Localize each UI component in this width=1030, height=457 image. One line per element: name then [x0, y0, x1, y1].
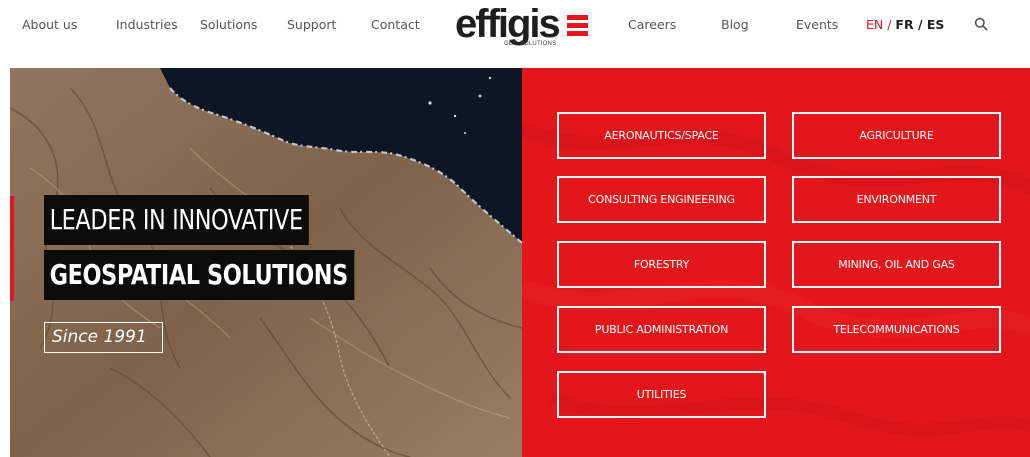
accent-bar: [10, 196, 14, 301]
logo-bars-icon: [567, 15, 588, 36]
hero-headline-line1: LEADER IN INNOVATIVE: [44, 195, 310, 245]
language-es[interactable]: ES: [927, 17, 945, 32]
effigis-logo[interactable]: effigis GEO SOLUTIONS: [455, 2, 595, 48]
language-separator: /: [883, 17, 896, 32]
industry-button-consulting-engineering[interactable]: CONSULTING ENGINEERING: [557, 176, 766, 223]
nav-link-industries[interactable]: Industries: [116, 17, 178, 32]
nav-link-careers[interactable]: Careers: [628, 17, 676, 32]
logo-wordmark: effigis: [455, 2, 561, 46]
nav-link-solutions[interactable]: Solutions: [200, 17, 257, 32]
industry-button-agriculture[interactable]: AGRICULTURE: [792, 112, 1001, 159]
top-navigation: About us Industries Solutions Support Co…: [0, 0, 1030, 56]
industry-button-telecommunications[interactable]: TELECOMMUNICATIONS: [792, 306, 1001, 353]
language-switcher: EN / FR / ES: [866, 17, 944, 32]
search-icon[interactable]: [974, 17, 988, 31]
industry-button-public-administration[interactable]: PUBLIC ADMINISTRATION: [557, 306, 766, 353]
nav-link-contact[interactable]: Contact: [371, 17, 420, 32]
nav-link-blog[interactable]: Blog: [721, 17, 749, 32]
nav-link-events[interactable]: Events: [796, 17, 838, 32]
industry-button-aeronautics-space[interactable]: AERONAUTICS/SPACE: [557, 112, 766, 159]
language-fr[interactable]: FR: [895, 17, 913, 32]
nav-link-support[interactable]: Support: [287, 17, 336, 32]
industry-button-utilities[interactable]: UTILITIES: [557, 371, 766, 418]
industry-button-environment[interactable]: ENVIRONMENT: [792, 176, 1001, 223]
since-badge: Since 1991: [44, 322, 163, 353]
hero-headline-line2: GEOSPATIAL SOLUTIONS: [44, 250, 355, 300]
industry-button-forestry[interactable]: FORESTRY: [557, 241, 766, 288]
language-separator: /: [913, 17, 927, 32]
nav-link-about-us[interactable]: About us: [22, 17, 77, 32]
logo-tagline: GEO SOLUTIONS: [504, 41, 557, 47]
industry-button-mining-oil-gas[interactable]: MINING, OIL AND GAS: [792, 241, 1001, 288]
language-en[interactable]: EN: [866, 17, 883, 32]
